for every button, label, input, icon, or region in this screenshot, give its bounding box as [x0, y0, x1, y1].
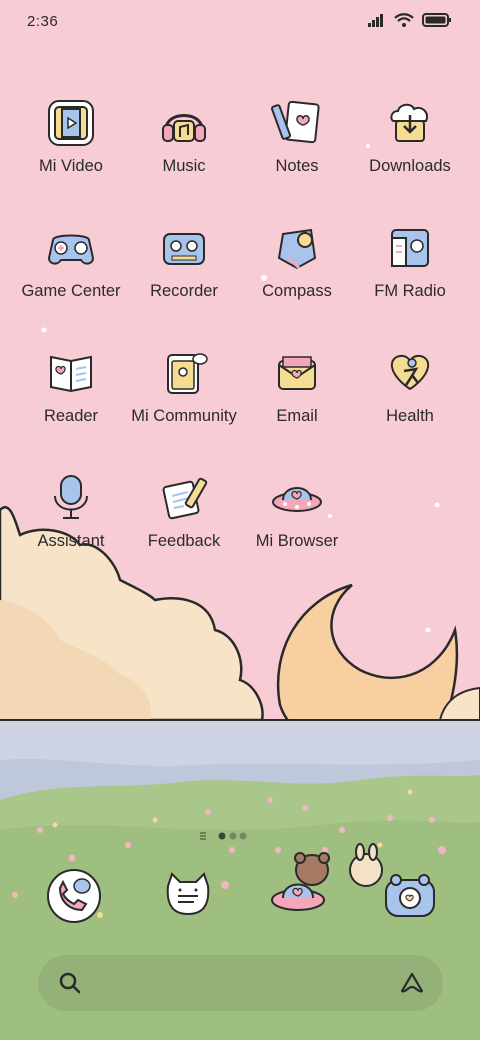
app-mi-browser[interactable]: Mi Browser	[237, 470, 357, 580]
phone-icon[interactable]	[44, 866, 104, 926]
app-label: Health	[386, 407, 434, 425]
video-icon	[48, 100, 94, 146]
radio-icon	[391, 229, 429, 267]
app-reader[interactable]: Reader	[11, 345, 131, 455]
browser-icon	[272, 487, 322, 512]
signal-icon	[368, 14, 383, 27]
app-assistant[interactable]: Assistant	[11, 470, 131, 580]
browser-icon[interactable]	[268, 866, 328, 926]
email-icon	[278, 356, 316, 390]
app-fm-radio[interactable]: FM Radio	[350, 220, 470, 330]
microphone-icon	[54, 475, 88, 519]
app-email[interactable]: Email	[237, 345, 357, 455]
notes-icon	[270, 100, 320, 144]
app-music[interactable]: Music	[124, 95, 244, 205]
recorder-icon	[163, 233, 205, 265]
app-notes[interactable]: Notes	[237, 95, 357, 205]
battery-icon	[422, 13, 451, 27]
app-label: FM Radio	[374, 282, 446, 300]
app-label: Mi Browser	[255, 532, 339, 550]
page-indicator[interactable]	[200, 830, 280, 842]
compass-icon	[277, 228, 317, 270]
status-time: 2:36	[27, 13, 59, 30]
messages-icon[interactable]	[158, 866, 218, 926]
app-mi-video[interactable]: Mi Video	[11, 95, 131, 205]
app-downloads[interactable]: Downloads	[350, 95, 470, 205]
book-icon	[50, 355, 92, 393]
status-bar: 2:36	[0, 0, 480, 44]
assistant-icon[interactable]	[399, 971, 425, 995]
search-bar[interactable]	[38, 955, 443, 1011]
app-game-center[interactable]: Game Center	[11, 220, 131, 330]
health-icon	[390, 355, 430, 391]
wifi-icon	[394, 13, 414, 27]
app-mi-community[interactable]: Mi Community	[124, 345, 244, 455]
app-label: Downloads	[369, 157, 451, 175]
headphones-icon	[162, 114, 206, 142]
gamepad-icon	[47, 234, 95, 265]
app-health[interactable]: Health	[350, 345, 470, 455]
search-icon	[59, 972, 81, 994]
app-compass[interactable]: Compass	[237, 220, 357, 330]
app-feedback[interactable]: Feedback	[124, 470, 244, 580]
community-icon	[167, 353, 208, 394]
app-recorder[interactable]: Recorder	[124, 220, 244, 330]
feedback-icon	[162, 477, 208, 520]
download-icon	[390, 103, 428, 142]
status-icons	[368, 13, 452, 27]
camera-icon[interactable]	[380, 866, 440, 926]
